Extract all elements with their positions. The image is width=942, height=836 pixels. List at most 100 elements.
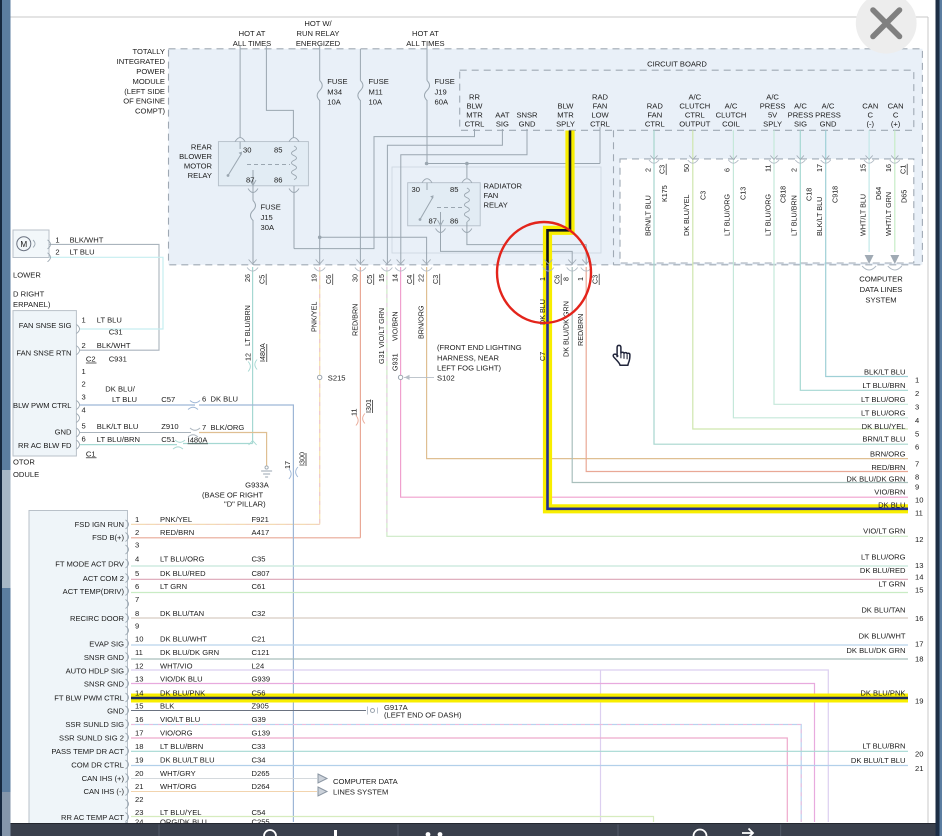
svg-text:C6: C6 — [553, 275, 562, 284]
svg-text:LOW: LOW — [591, 111, 609, 120]
svg-text:1: 1 — [576, 277, 585, 281]
svg-text:FUSE: FUSE — [261, 203, 281, 212]
svg-text:HARNESS, NEAR: HARNESS, NEAR — [437, 353, 500, 362]
svg-text:BRN/LT BLU: BRN/LT BLU — [644, 195, 653, 236]
svg-text:G39: G39 — [252, 715, 266, 724]
svg-text:3: 3 — [135, 540, 139, 549]
svg-text:G31: G31 — [377, 350, 386, 364]
svg-text:S215: S215 — [328, 373, 346, 382]
svg-text:20: 20 — [915, 749, 923, 758]
svg-text:LT GRN: LT GRN — [160, 582, 187, 591]
svg-text:3: 3 — [82, 393, 86, 402]
svg-text:OTOR: OTOR — [13, 458, 35, 467]
svg-text:C5: C5 — [258, 275, 267, 284]
svg-text:J15: J15 — [261, 213, 273, 222]
svg-text:16: 16 — [135, 715, 143, 724]
svg-text:5: 5 — [135, 569, 139, 578]
svg-text:21: 21 — [135, 782, 143, 791]
svg-text:CLUTCH: CLUTCH — [716, 111, 747, 120]
svg-text:HOT W/: HOT W/ — [304, 19, 332, 28]
svg-text:2: 2 — [55, 248, 59, 257]
svg-text:RR AC BLW FD: RR AC BLW FD — [18, 441, 72, 450]
svg-text:C7: C7 — [538, 352, 547, 361]
svg-text:SIG: SIG — [496, 120, 509, 129]
svg-text:CIRCUIT BOARD: CIRCUIT BOARD — [647, 60, 707, 69]
svg-text:FAN: FAN — [647, 111, 662, 120]
svg-text:BLK/LT BLU: BLK/LT BLU — [815, 197, 824, 236]
svg-text:18: 18 — [135, 742, 143, 751]
svg-text:C3: C3 — [431, 275, 440, 284]
svg-text:BLK/LT BLU: BLK/LT BLU — [97, 422, 139, 431]
svg-text:5: 5 — [82, 421, 86, 430]
svg-text:M11: M11 — [369, 87, 383, 96]
svg-text:VIO/BRN: VIO/BRN — [391, 311, 400, 341]
svg-text:(LEFT END OF DASH): (LEFT END OF DASH) — [384, 710, 462, 719]
svg-text:OUTPUT: OUTPUT — [679, 120, 711, 129]
svg-text:RECIRC DOOR: RECIRC DOOR — [70, 614, 125, 623]
svg-text:ACT TEMP(DRIV): ACT TEMP(DRIV) — [63, 587, 125, 596]
svg-text:MTR: MTR — [557, 111, 574, 120]
svg-text:LT BLU/BRN: LT BLU/BRN — [160, 742, 203, 751]
svg-text:FT BLW PWM CTRL: FT BLW PWM CTRL — [54, 693, 124, 702]
svg-text:DK BLU/PNK: DK BLU/PNK — [160, 688, 205, 697]
svg-text:50: 50 — [682, 164, 691, 172]
svg-text:DK BLU/RED: DK BLU/RED — [860, 566, 906, 575]
svg-text:14: 14 — [135, 688, 143, 697]
svg-text:RELAY: RELAY — [484, 201, 508, 210]
svg-text:SNSR GND: SNSR GND — [84, 679, 125, 688]
svg-text:LT BLU: LT BLU — [97, 315, 122, 324]
svg-text:FUSE: FUSE — [369, 77, 389, 86]
svg-text:EVAP SIG: EVAP SIG — [89, 639, 124, 648]
svg-text:20: 20 — [135, 769, 143, 778]
svg-text:2: 2 — [644, 168, 653, 172]
svg-text:RAD: RAD — [592, 93, 609, 102]
svg-text:LT BLU: LT BLU — [112, 395, 137, 404]
svg-text:18: 18 — [915, 655, 923, 664]
svg-text:60A: 60A — [435, 98, 449, 107]
svg-text:RUN RELAY: RUN RELAY — [297, 29, 340, 38]
svg-text:C1: C1 — [899, 165, 908, 174]
svg-text:C807: C807 — [252, 569, 270, 578]
svg-text:LT BLU/ORG: LT BLU/ORG — [160, 554, 205, 563]
svg-text:SPLY: SPLY — [763, 120, 782, 129]
svg-text:DK BLU/WHT: DK BLU/WHT — [859, 632, 906, 641]
svg-text:10A: 10A — [327, 98, 341, 107]
svg-text:(-): (-) — [867, 120, 875, 129]
svg-text:C18: C18 — [805, 188, 814, 201]
svg-text:VIO/LT GRN: VIO/LT GRN — [863, 526, 905, 535]
svg-text:LT BLU/BRN: LT BLU/BRN — [243, 305, 252, 346]
svg-text:DATA LINES: DATA LINES — [860, 285, 903, 294]
svg-text:SNSR: SNSR — [516, 111, 538, 120]
svg-text:D265: D265 — [252, 769, 270, 778]
svg-text:VIO/ORG: VIO/ORG — [160, 728, 193, 737]
svg-text:17: 17 — [915, 640, 923, 649]
svg-text:GND: GND — [519, 120, 536, 129]
svg-text:COIL: COIL — [722, 120, 740, 129]
svg-text:WHT/ORG: WHT/ORG — [160, 782, 197, 791]
svg-text:15: 15 — [377, 274, 386, 282]
svg-text:LT BLU/BRN: LT BLU/BRN — [97, 435, 140, 444]
svg-text:CTRL: CTRL — [685, 111, 705, 120]
svg-text:30: 30 — [412, 185, 420, 194]
svg-text:G933A: G933A — [245, 481, 270, 490]
svg-text:REAR: REAR — [191, 143, 213, 152]
svg-text:11: 11 — [764, 165, 773, 172]
svg-text:21: 21 — [915, 764, 923, 773]
svg-text:1: 1 — [915, 375, 919, 384]
svg-text:INTEGRATED: INTEGRATED — [117, 57, 166, 66]
svg-text:(LEFT SIDE: (LEFT SIDE — [124, 87, 165, 96]
svg-text:17: 17 — [135, 728, 143, 737]
svg-text:(FRONT END LIGHTING: (FRONT END LIGHTING — [437, 343, 522, 352]
svg-text:FAN: FAN — [593, 102, 608, 111]
svg-text:C3: C3 — [699, 191, 708, 200]
svg-text:C2: C2 — [86, 355, 96, 364]
svg-text:COMPUTER: COMPUTER — [859, 275, 903, 284]
svg-text:C61: C61 — [252, 582, 266, 591]
svg-text:BLOWER: BLOWER — [179, 152, 212, 161]
svg-text:DK BLU/DK GRN: DK BLU/DK GRN — [846, 474, 905, 483]
svg-text:LT BLU: LT BLU — [70, 248, 95, 257]
svg-text:C32: C32 — [252, 609, 266, 618]
svg-text:6: 6 — [723, 168, 732, 172]
svg-text:DK BLU/: DK BLU/ — [105, 385, 135, 394]
svg-text:1: 1 — [538, 277, 547, 281]
